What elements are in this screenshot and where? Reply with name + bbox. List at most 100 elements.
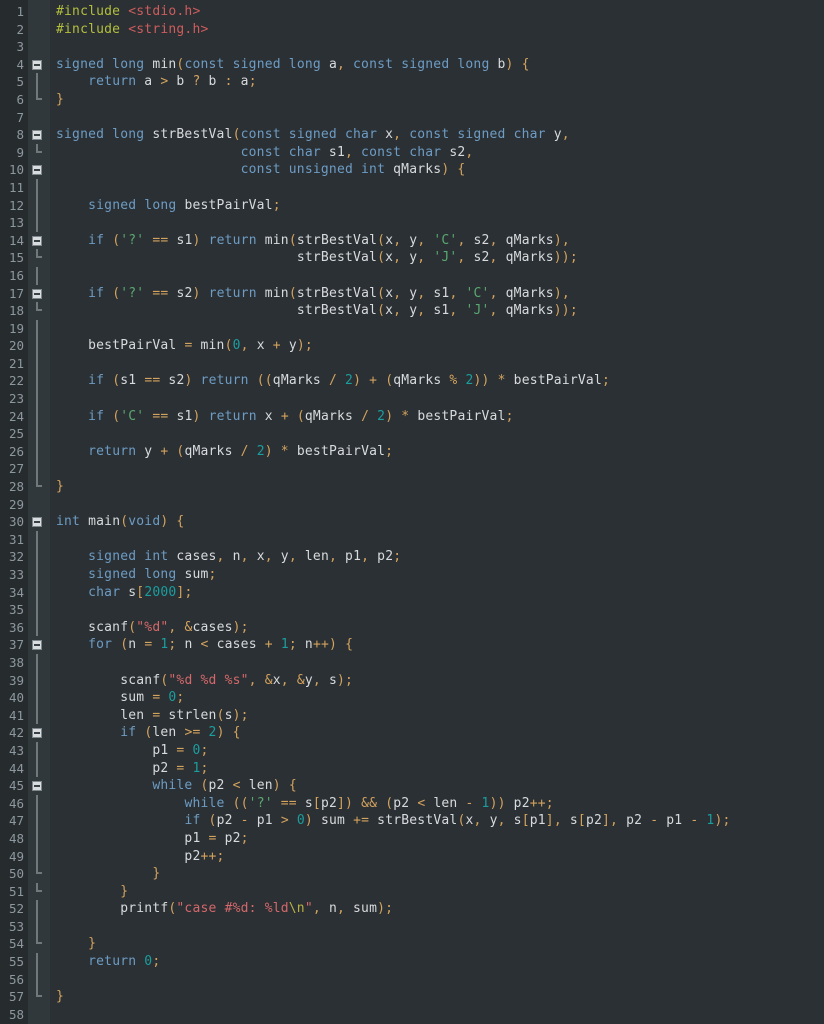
code-line[interactable] <box>56 38 824 56</box>
line-number-gutter[interactable]: 1 2 3 4 5 6 7 8 9 10 11 12 13 14 15 16 17 18 19 20 21 22 23 24 2… <box>0 0 28 1024</box>
token-pun: ; <box>505 408 514 424</box>
fold-line-segment <box>36 337 38 355</box>
code-line[interactable]: int main(void) { <box>56 513 824 531</box>
fold-collapse-icon[interactable] <box>28 777 50 795</box>
line-number: 13 <box>8 215 24 231</box>
code-line[interactable]: const unsigned int qMarks) { <box>56 161 824 179</box>
fold-line-end <box>28 882 50 901</box>
fold-minus-icon[interactable] <box>32 165 42 176</box>
token-id <box>56 286 88 301</box>
code-line[interactable]: if (s1 == s2) return ((qMarks / 2) + (qM… <box>56 372 824 390</box>
code-line[interactable] <box>56 601 824 619</box>
fold-minus-icon[interactable] <box>32 59 42 70</box>
code-line[interactable]: scanf("%d", &cases); <box>56 619 824 637</box>
fold-line-segment <box>36 266 38 285</box>
token-id: s2 <box>473 232 490 248</box>
code-line[interactable]: return a > b ? b : a; <box>56 73 824 91</box>
code-line[interactable]: printf("case #%d: %ld\n", n, sum); <box>56 900 824 918</box>
code-content-area[interactable]: #include <stdio.h> #include <string.h> si… <box>50 0 824 1024</box>
code-line[interactable] <box>56 1006 824 1024</box>
token-pun: , <box>465 144 474 160</box>
code-line[interactable] <box>56 460 824 478</box>
code-line[interactable]: if ('?' == s1) return min(strBestVal(x, … <box>56 232 824 250</box>
code-line[interactable] <box>56 355 824 373</box>
code-line[interactable]: } <box>56 988 824 1006</box>
code-line[interactable]: scanf("%d %d %s", &x, &y, s); <box>56 672 824 690</box>
fold-minus-icon[interactable] <box>32 288 42 299</box>
token-id: a <box>240 74 249 90</box>
code-line[interactable]: const char s1, const char s2, <box>56 144 824 162</box>
code-line[interactable]: signed long sum; <box>56 566 824 584</box>
fold-minus-icon[interactable] <box>32 781 42 792</box>
code-line[interactable] <box>56 267 824 285</box>
code-line[interactable]: p2 = 1; <box>56 760 824 778</box>
fold-minus-icon[interactable] <box>32 640 42 651</box>
fold-line-end-segment <box>36 882 42 892</box>
code-line[interactable]: strBestVal(x, y, s1, 'J', qMarks)); <box>56 302 824 320</box>
code-line[interactable]: bestPairVal = min(0, x + y); <box>56 337 824 355</box>
fold-collapse-icon[interactable] <box>28 56 50 74</box>
code-line[interactable]: } <box>56 935 824 953</box>
fold-collapse-icon[interactable] <box>28 232 50 250</box>
code-line[interactable]: if ('?' == s2) return min(strBestVal(x, … <box>56 285 824 303</box>
code-line[interactable] <box>56 496 824 514</box>
code-line[interactable]: p2++; <box>56 848 824 866</box>
code-line[interactable] <box>56 320 824 338</box>
code-line[interactable]: if (p2 - p1 > 0) sum += strBestVal(x, y,… <box>56 812 824 830</box>
code-line[interactable] <box>56 214 824 232</box>
code-line[interactable]: p1 = p2; <box>56 830 824 848</box>
code-line[interactable] <box>56 425 824 443</box>
code-line[interactable]: #include <string.h> <box>56 21 824 39</box>
code-line[interactable]: } <box>56 865 824 883</box>
code-line[interactable]: return y + (qMarks / 2) * bestPairVal; <box>56 443 824 461</box>
code-line[interactable]: signed long strBestVal(const signed char… <box>56 126 824 144</box>
code-line[interactable]: } <box>56 883 824 901</box>
fold-collapse-icon[interactable] <box>28 724 50 742</box>
code-line[interactable] <box>56 971 824 989</box>
code-line[interactable]: signed long min(const signed long a, con… <box>56 56 824 74</box>
code-line[interactable] <box>56 390 824 408</box>
fold-minus-icon[interactable] <box>32 728 42 739</box>
fold-minus-icon[interactable] <box>32 517 42 528</box>
code-line[interactable] <box>56 654 824 672</box>
code-line[interactable]: return 0; <box>56 953 824 971</box>
token-kw: if <box>88 373 113 389</box>
token-kw: if <box>120 725 145 741</box>
code-line[interactable]: len = strlen(s); <box>56 707 824 725</box>
code-editor[interactable]: 1 2 3 4 5 6 7 8 9 10 11 12 13 14 15 16 17 18 19 20 21 22 23 24 2… <box>0 0 824 1024</box>
code-line[interactable]: strBestVal(x, y, 'J', s2, qMarks)); <box>56 249 824 267</box>
token-pun: ) { <box>505 56 530 72</box>
token-kw: const char <box>361 144 450 160</box>
code-line[interactable] <box>56 109 824 127</box>
code-line[interactable] <box>56 918 824 936</box>
code-line[interactable]: signed int cases, n, x, y, len, p1, p2; <box>56 548 824 566</box>
code-line[interactable]: sum = 0; <box>56 689 824 707</box>
code-line[interactable] <box>56 179 824 197</box>
code-line[interactable]: char s[2000]; <box>56 584 824 602</box>
code-line[interactable]: while (p2 < len) { <box>56 777 824 795</box>
code-line[interactable]: } <box>56 91 824 109</box>
code-line[interactable]: #include <stdio.h> <box>56 3 824 21</box>
fold-collapse-icon[interactable] <box>28 636 50 654</box>
fold-empty <box>28 21 50 39</box>
fold-minus-icon[interactable] <box>32 130 42 141</box>
fold-margin[interactable] <box>28 0 50 1024</box>
code-line[interactable]: for (n = 1; n < cases + 1; n++) { <box>56 636 824 654</box>
fold-collapse-icon[interactable] <box>28 161 50 179</box>
token-pun: , <box>449 303 466 319</box>
code-line[interactable]: signed long bestPairVal; <box>56 197 824 215</box>
code-line[interactable]: if ('C' == s1) return x + (qMarks / 2) *… <box>56 408 824 426</box>
fold-minus-icon[interactable] <box>32 235 42 246</box>
fold-line-end-segment <box>36 988 42 998</box>
fold-collapse-icon[interactable] <box>28 126 50 144</box>
token-id: p2 <box>393 795 418 811</box>
code-line[interactable]: if (len >= 2) { <box>56 724 824 742</box>
fold-collapse-icon[interactable] <box>28 285 50 303</box>
fold-collapse-icon[interactable] <box>28 513 50 531</box>
code-line[interactable]: while (('?' == s[p2]) && (p2 < len - 1))… <box>56 795 824 813</box>
code-line[interactable]: } <box>56 478 824 496</box>
code-line[interactable] <box>56 531 824 549</box>
fold-line-end <box>28 143 50 162</box>
fold-line-segment <box>36 671 38 690</box>
code-line[interactable]: p1 = 0; <box>56 742 824 760</box>
